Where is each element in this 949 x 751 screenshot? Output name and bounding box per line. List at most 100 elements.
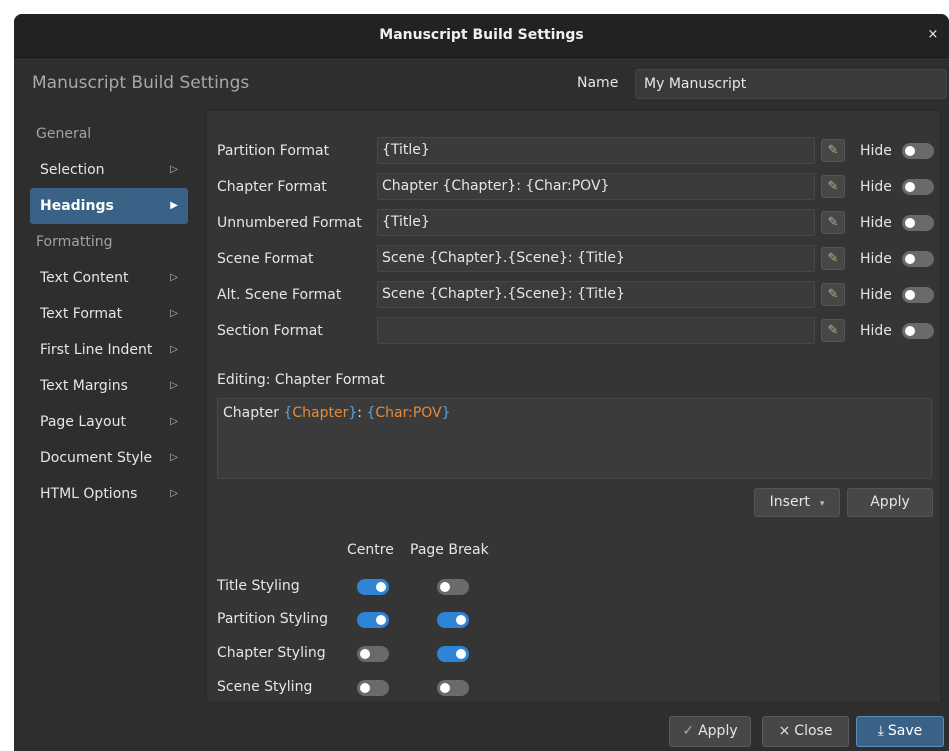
unnumbered-format-field[interactable]: {Title}	[377, 209, 815, 236]
hide-label: Hide	[860, 251, 892, 267]
insert-label: Insert	[769, 494, 810, 510]
window-title: Manuscript Build Settings	[379, 27, 584, 43]
scene-page-break-toggle[interactable]	[437, 680, 469, 696]
hide-label: Hide	[860, 143, 892, 159]
dropdown-arrow-icon: ▾	[819, 499, 825, 509]
hide-label: Hide	[860, 323, 892, 339]
sidebar-item-label: HTML Options	[40, 486, 138, 502]
hide-toggle[interactable]	[902, 287, 934, 303]
editor-brace: }	[348, 405, 358, 421]
style-label: Scene Styling	[217, 679, 313, 695]
chevron-right-icon: ▷	[170, 452, 178, 463]
pencil-icon[interactable]: ✎	[821, 175, 845, 198]
insert-button[interactable]: Insert ▾	[754, 488, 840, 517]
sidebar-item-text-margins[interactable]: Text Margins ▷	[30, 368, 188, 404]
scene-centre-toggle[interactable]	[357, 680, 389, 696]
partition-format-field[interactable]: {Title}	[377, 137, 815, 164]
name-input[interactable]: My Manuscript	[635, 69, 947, 99]
sidebar-item-label: Selection	[40, 162, 105, 178]
section-format-field[interactable]	[377, 317, 815, 344]
editor-text: Chapter	[223, 405, 284, 421]
title-page-break-toggle[interactable]	[437, 579, 469, 595]
sidebar-group-general: General	[36, 126, 92, 142]
hide-toggle[interactable]	[902, 251, 934, 267]
name-label: Name	[577, 75, 619, 91]
sidebar-item-label: Document Style	[40, 450, 153, 466]
hide-toggle[interactable]	[902, 323, 934, 339]
alt-scene-format-field[interactable]: Scene {Chapter}.{Scene}: {Title}	[377, 281, 815, 308]
pencil-icon[interactable]: ✎	[821, 319, 845, 342]
pencil-icon[interactable]: ✎	[821, 211, 845, 234]
sidebar-item-label: Page Layout	[40, 414, 126, 430]
hide-label: Hide	[860, 287, 892, 303]
chapter-centre-toggle[interactable]	[357, 646, 389, 662]
pencil-icon[interactable]: ✎	[821, 247, 845, 270]
sidebar-item-label: Text Content	[40, 270, 129, 286]
headings-panel: Partition Format {Title} ✎ Hide Chapter …	[206, 110, 941, 703]
chevron-right-icon: ▷	[170, 344, 178, 355]
build-settings-window: Manuscript Build Settings × Manuscript B…	[14, 14, 949, 751]
format-label: Partition Format	[217, 143, 330, 159]
chevron-right-icon: ▷	[170, 164, 178, 175]
style-label: Title Styling	[217, 578, 300, 594]
hide-toggle[interactable]	[902, 143, 934, 159]
format-row-partition: Partition Format {Title} ✎ Hide	[207, 133, 942, 169]
sidebar-item-selection[interactable]: Selection ▷	[30, 152, 188, 188]
chevron-right-icon: ▷	[170, 380, 178, 391]
format-row-chapter: Chapter Format Chapter {Chapter}: {Char:…	[207, 169, 942, 205]
partition-page-break-toggle[interactable]	[437, 612, 469, 628]
editor-keyword: Chapter	[292, 405, 349, 421]
format-editor[interactable]: Chapter {Chapter}: {Char:POV}	[217, 398, 932, 479]
editing-label: Editing: Chapter Format	[217, 372, 385, 388]
format-label: Unnumbered Format	[217, 215, 362, 231]
chevron-right-icon: ▷	[170, 416, 178, 427]
partition-centre-toggle[interactable]	[357, 612, 389, 628]
pencil-icon[interactable]: ✎	[821, 139, 845, 162]
hide-toggle[interactable]	[902, 215, 934, 231]
format-label: Chapter Format	[217, 179, 327, 195]
sidebar-item-label: First Line Indent	[40, 342, 153, 358]
apply-label: Apply	[698, 723, 738, 739]
format-row-unnumbered: Unnumbered Format {Title} ✎ Hide	[207, 205, 942, 241]
format-row-alt-scene: Alt. Scene Format Scene {Chapter}.{Scene…	[207, 277, 942, 313]
sidebar-item-html-options[interactable]: HTML Options ▷	[30, 476, 188, 512]
chapter-format-field[interactable]: Chapter {Chapter}: {Char:POV}	[377, 173, 815, 200]
sidebar: General Selection ▷ Headings ▶ Formattin…	[30, 116, 188, 512]
title-bar[interactable]: Manuscript Build Settings ×	[14, 14, 949, 58]
chevron-right-icon: ▶	[170, 200, 178, 211]
save-icon: ⤓	[877, 723, 884, 739]
sidebar-item-label: Text Margins	[40, 378, 128, 394]
save-button[interactable]: ⤓ Save	[856, 716, 944, 747]
apply-button[interactable]: ✓ Apply	[669, 716, 751, 747]
scene-format-field[interactable]: Scene {Chapter}.{Scene}: {Title}	[377, 245, 815, 272]
hide-label: Hide	[860, 215, 892, 231]
format-label: Scene Format	[217, 251, 314, 267]
page-break-column-header: Page Break	[410, 542, 489, 558]
format-row-scene: Scene Format Scene {Chapter}.{Scene}: {T…	[207, 241, 942, 277]
sidebar-item-page-layout[interactable]: Page Layout ▷	[30, 404, 188, 440]
centre-column-header: Centre	[347, 542, 394, 558]
format-row-section: Section Format ✎ Hide	[207, 313, 942, 349]
chapter-page-break-toggle[interactable]	[437, 646, 469, 662]
apply-format-button[interactable]: Apply	[847, 488, 933, 517]
chevron-right-icon: ▷	[170, 272, 178, 283]
close-label: Close	[794, 723, 833, 739]
close-icon[interactable]: ×	[925, 27, 941, 43]
hide-toggle[interactable]	[902, 179, 934, 195]
title-centre-toggle[interactable]	[357, 579, 389, 595]
sidebar-item-text-content[interactable]: Text Content ▷	[30, 260, 188, 296]
chevron-right-icon: ▷	[170, 308, 178, 319]
sidebar-item-document-style[interactable]: Document Style ▷	[30, 440, 188, 476]
editor-brace: }	[441, 405, 451, 421]
close-button[interactable]: × Close	[762, 716, 849, 747]
sidebar-item-label: Headings	[40, 198, 114, 214]
sidebar-item-label: Text Format	[40, 306, 123, 322]
editor-keyword: Char:POV	[375, 405, 442, 421]
style-label: Partition Styling	[217, 611, 328, 627]
sidebar-item-text-format[interactable]: Text Format ▷	[30, 296, 188, 332]
sidebar-item-first-line-indent[interactable]: First Line Indent ▷	[30, 332, 188, 368]
style-label: Chapter Styling	[217, 645, 326, 661]
pencil-icon[interactable]: ✎	[821, 283, 845, 306]
sidebar-item-headings[interactable]: Headings ▶	[30, 188, 188, 224]
page-title: Manuscript Build Settings	[32, 73, 250, 93]
